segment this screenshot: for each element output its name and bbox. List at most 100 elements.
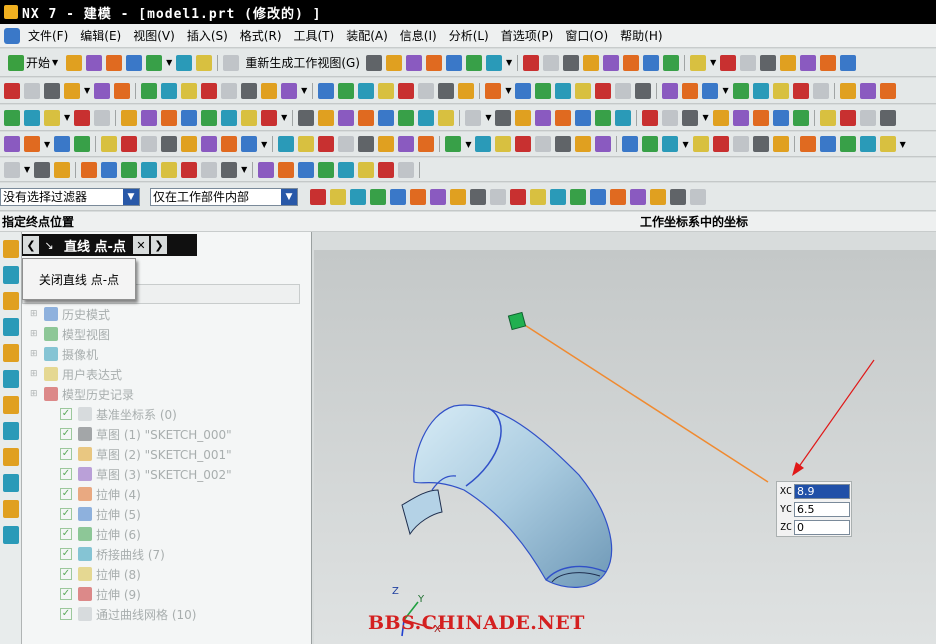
tb2-tool-3-icon[interactable] [64,82,80,99]
tb4-tool-33-icon[interactable] [642,136,659,152]
snap-tool-13-icon[interactable] [570,188,586,205]
tb3-tool-37-icon[interactable] [732,109,749,126]
tb1-tool-6-icon[interactable] [196,54,213,71]
tb2-tool-41-icon[interactable] [812,82,829,99]
tb2-tool-20-icon[interactable] [398,82,415,99]
tb4-tool-2-icon[interactable] [54,136,71,152]
tree-row[interactable]: ⊞ 模型历史记录 [30,384,300,404]
snap-tool-3-icon[interactable] [370,188,386,205]
resource-tab-3-icon[interactable] [3,318,19,336]
tb4-tool-37-icon[interactable] [732,136,749,152]
tree-row[interactable]: ✓ 基准坐标系 (0) [30,404,300,424]
tb5-tool-0-icon[interactable] [4,161,20,178]
dropdown-arrow-icon[interactable]: ▼ [84,86,90,95]
tb3-tool-39-icon[interactable] [772,109,789,126]
visibility-checkbox[interactable]: ✓ [60,568,72,580]
tree-row[interactable]: ✓ 草图 (1) "SKETCH_000" [30,424,300,444]
dropdown-arrow-icon[interactable]: ▼ [24,165,30,174]
menu-item-4[interactable]: 格式(R) [234,27,288,44]
tree-row[interactable]: ✓ 桥接曲线 (7) [30,544,300,564]
tb2-tool-30-icon[interactable] [595,82,612,99]
tb4-tool-12-icon[interactable] [241,136,258,152]
dropdown-arrow-icon[interactable]: ▼ [241,165,247,174]
tb2-tool-9-icon[interactable] [181,82,198,99]
dropdown-arrow-icon[interactable]: ▼ [485,113,491,122]
tb3-tool-7-icon[interactable] [141,109,158,126]
collapse-left-icon[interactable]: ❮ [23,236,39,254]
tb5-tool-18-icon[interactable] [358,161,375,178]
tb4-tool-39-icon[interactable] [772,136,789,152]
visibility-checkbox[interactable]: ✓ [60,448,72,460]
tb3-tool-22-icon[interactable] [438,109,455,126]
expand-icon[interactable]: ⊞ [30,349,40,359]
tb1-tool-26-icon[interactable] [690,54,707,71]
tb3-tool-10-icon[interactable] [201,109,218,126]
dropdown-arrow-icon[interactable]: ▼ [261,140,267,149]
tb4-tool-21-icon[interactable] [418,136,435,152]
snap-tool-10-icon[interactable] [510,188,526,205]
snap-tool-19-icon[interactable] [690,188,706,205]
expand-icon[interactable]: ⊞ [30,369,40,379]
menu-item-5[interactable]: 工具(T) [288,27,341,44]
tb2-tool-25-icon[interactable] [485,82,502,99]
menu-item-2[interactable]: 视图(V) [127,27,181,44]
tb1-tool-0-icon[interactable] [66,54,83,71]
tb3-tool-26-icon[interactable] [515,109,532,126]
tb5-tool-14-icon[interactable] [278,161,295,178]
tb4-tool-9-icon[interactable] [181,136,198,152]
tb1-tool-8-icon[interactable] [223,54,240,71]
tb4-tool-35-icon[interactable] [692,136,709,152]
tree-row[interactable]: ✓ 草图 (3) "SKETCH_002" [30,464,300,484]
tb2-tool-8-icon[interactable] [161,82,178,99]
menu-item-11[interactable]: 帮助(H) [614,27,668,44]
tb4-tool-43-icon[interactable] [839,136,856,152]
tb3-tool-15-icon[interactable] [298,109,315,126]
tb1-tool-2-icon[interactable] [106,54,123,71]
resource-tab-2-icon[interactable] [3,292,19,310]
tb3-tool-1-icon[interactable] [24,109,40,126]
tb2-tool-22-icon[interactable] [438,82,455,99]
tb2-tool-18-icon[interactable] [358,82,375,99]
tb1-tool-30-icon[interactable] [780,54,797,71]
tb5-tool-7-icon[interactable] [141,161,158,178]
tb3-tool-34-icon[interactable] [662,109,679,126]
snap-tool-16-icon[interactable] [630,188,646,205]
tb1-tool-1-icon[interactable] [86,54,103,71]
tb4-tool-30-icon[interactable] [595,136,612,152]
tb5-tool-17-icon[interactable] [338,161,355,178]
tb2-tool-17-icon[interactable] [338,82,355,99]
snap-tool-18-icon[interactable] [670,188,686,205]
tb5-tool-10-icon[interactable] [201,161,218,178]
tb1-tool-19-icon[interactable] [563,54,580,71]
tb1-tool-3-icon[interactable] [126,54,143,71]
tree-row[interactable]: ✓ 草图 (2) "SKETCH_001" [30,444,300,464]
dropdown-arrow-icon[interactable]: ▼ [301,86,307,95]
tb3-tool-3-icon[interactable] [74,109,91,126]
tb2-tool-5-icon[interactable] [114,82,131,99]
tb4-tool-25-icon[interactable] [495,136,512,152]
tb1-tool-18-icon[interactable] [543,54,560,71]
tb4-tool-26-icon[interactable] [515,136,532,152]
tb4-tool-7-icon[interactable] [141,136,158,152]
tb4-tool-45-icon[interactable] [879,136,896,152]
xc-field[interactable]: 8.9 [794,483,850,499]
tb2-tool-4-icon[interactable] [94,82,111,99]
tb3-tool-12-icon[interactable] [241,109,258,126]
tb4-tool-20-icon[interactable] [398,136,415,152]
tb1-tool-32-icon[interactable] [820,54,837,71]
tb2-tool-29-icon[interactable] [575,82,592,99]
tb2-tool-23-icon[interactable] [458,82,475,99]
tb3-tool-18-icon[interactable] [358,109,375,126]
tb3-tool-19-icon[interactable] [378,109,395,126]
dropdown-arrow-icon[interactable]: ▼ [710,58,716,67]
tb5-tool-4-icon[interactable] [81,161,98,178]
resource-tab-0-icon[interactable] [3,240,19,258]
tb4-tool-14-icon[interactable] [278,136,295,152]
resource-tab-7-icon[interactable] [3,422,19,440]
tb2-tool-28-icon[interactable] [555,82,572,99]
dropdown-arrow-icon[interactable]: ▼ [900,140,906,149]
dropdown-arrow-icon[interactable]: ▼ [465,140,471,149]
tb2-tool-14-icon[interactable] [281,82,298,99]
tb3-tool-6-icon[interactable] [121,109,138,126]
tb4-tool-6-icon[interactable] [121,136,138,152]
